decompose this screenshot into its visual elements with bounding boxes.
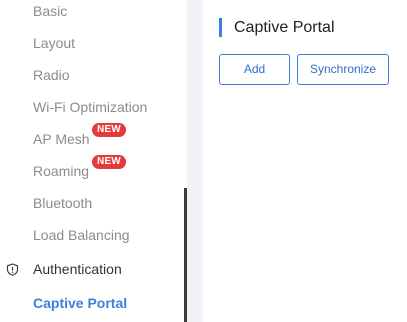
sidebar-item-roaming[interactable]: Roaming [33,163,89,179]
sidebar-item-ap-mesh[interactable]: AP Mesh [33,131,90,147]
shield-icon [6,263,19,276]
page-title: Captive Portal [234,19,335,36]
sidebar-item-wifi-optimization[interactable]: Wi-Fi Optimization [33,99,147,115]
sidebar-item-radio[interactable]: Radio [33,67,70,83]
sidebar-item-layout[interactable]: Layout [33,35,75,51]
sidebar-group-authentication[interactable]: Authentication [33,261,122,277]
sidebar-item-basic[interactable]: Basic [33,3,67,19]
sidebar-item-captive-portal[interactable]: Captive Portal [33,295,127,311]
synchronize-button[interactable]: Synchronize [297,54,389,85]
sidebar-item-load-balancing[interactable]: Load Balancing [33,227,130,243]
new-badge: NEW [92,123,126,137]
title-accent-bar [219,18,222,37]
main-content: Captive Portal Add Synchronize [203,0,407,322]
content-gutter [187,0,203,322]
add-button[interactable]: Add [219,54,290,85]
sidebar-item-bluetooth[interactable]: Bluetooth [33,195,92,211]
sidebar: Basic Layout Radio Wi-Fi Optimization AP… [0,0,184,322]
new-badge: NEW [92,155,126,169]
